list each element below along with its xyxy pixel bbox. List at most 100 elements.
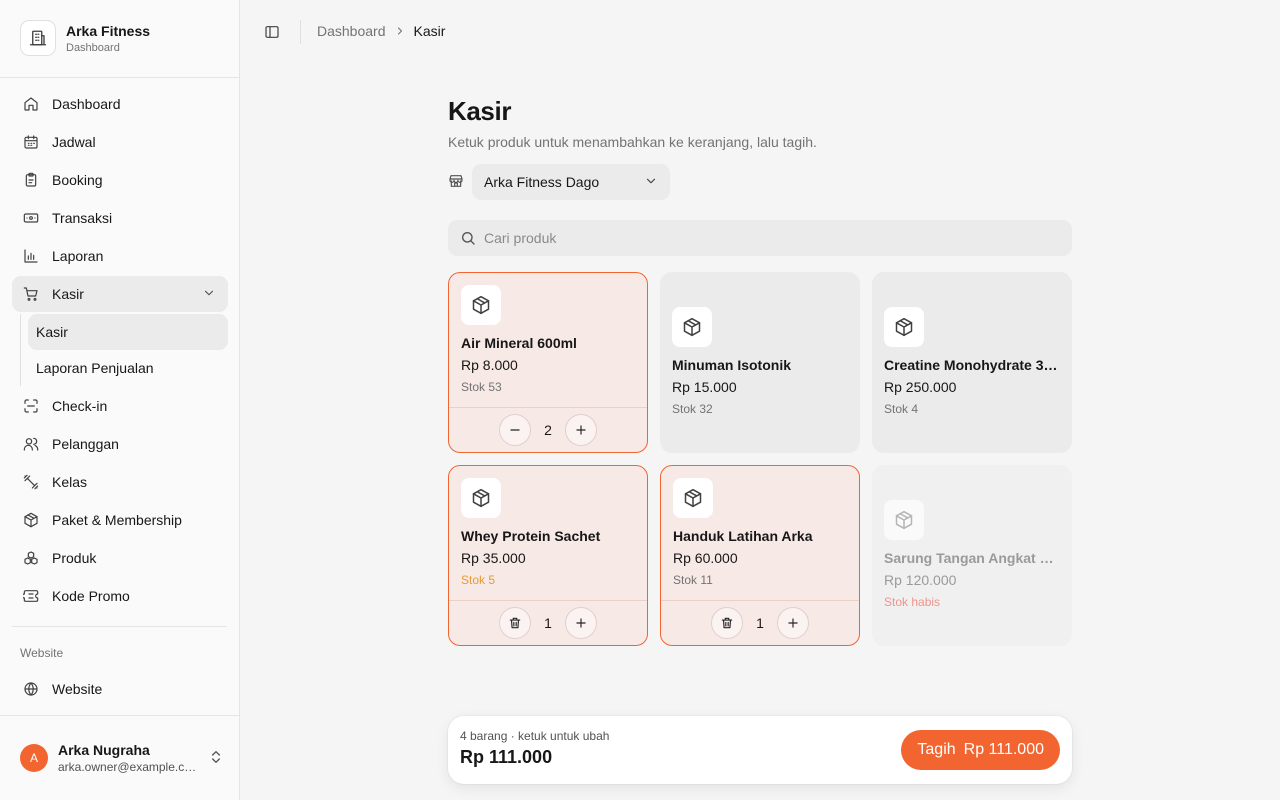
sidebar-item-check-in[interactable]: Check-in [12, 388, 228, 424]
user-email: arka.owner@example.com [58, 760, 198, 774]
sidebar-item-kode-promo[interactable]: Kode Promo [12, 578, 228, 614]
chevron-down-icon [202, 286, 216, 303]
user-name: Arka Nugraha [58, 742, 150, 758]
product-card[interactable]: Handuk Latihan Arka Rp 60.000 Stok 11 1 [660, 465, 860, 646]
product-stock: Stok 11 [673, 573, 713, 587]
increase-button[interactable] [777, 607, 809, 639]
product-stock: Stok 5 [461, 573, 496, 587]
ticket-icon [22, 587, 40, 605]
sidebar-item-booking[interactable]: Booking [12, 162, 228, 198]
sidebar-item-pelanggan[interactable]: Pelanggan [12, 426, 228, 462]
product-name: Whey Protein Sachet [461, 528, 601, 544]
product-card: Sarung Tangan Angkat Beban Rp 120.000 St… [872, 465, 1072, 646]
sidebar-divider [0, 715, 239, 716]
sidebar-subitem-kasir[interactable]: Kasir [28, 314, 228, 350]
card-divider [661, 600, 859, 601]
sidebar-divider [12, 626, 227, 627]
scan-icon [22, 397, 40, 415]
sidebar-item-label: Dashboard [52, 96, 121, 112]
remove-button[interactable] [499, 607, 531, 639]
trash-icon [721, 617, 733, 629]
sidebar-item-label: Jadwal [52, 134, 96, 150]
product-card[interactable]: Whey Protein Sachet Rp 35.000 Stok 5 1 [448, 465, 648, 646]
boxes-icon [22, 549, 40, 567]
sidebar-item-label: Laporan [52, 248, 104, 264]
sidebar-subitem-label: Laporan Penjualan [36, 360, 154, 376]
sidebar: Arka Fitness Dashboard Dashboard Jadwal … [0, 0, 240, 800]
charge-button-amount: Rp 111.000 [963, 741, 1044, 758]
home-icon [22, 95, 40, 113]
store-select-value: Arka Fitness Dago [484, 174, 600, 190]
building-icon [20, 20, 56, 56]
product-name: Sarung Tangan Angkat Beban [884, 550, 1060, 566]
quantity-stepper: 1 [661, 607, 859, 639]
sidebar-item-website[interactable]: Website [12, 671, 228, 707]
product-stock: Stok 53 [461, 380, 502, 394]
package-icon [461, 478, 501, 518]
product-card[interactable]: Minuman Isotonik Rp 15.000 Stok 32 [660, 272, 860, 453]
product-stock: Stok 4 [884, 402, 919, 416]
package-icon [22, 511, 40, 529]
sidebar-toggle-icon[interactable] [262, 22, 282, 42]
product-card[interactable]: Air Mineral 600ml Rp 8.000 Stok 53 2 [448, 272, 648, 453]
chevrons-up-down-icon [208, 749, 224, 770]
sidebar-item-paket-membership[interactable]: Paket & Membership [12, 502, 228, 538]
sidebar-item-kelas[interactable]: Kelas [12, 464, 228, 500]
charge-button[interactable]: Tagih Rp 111.000 [901, 730, 1060, 770]
product-name: Air Mineral 600ml [461, 335, 577, 351]
sidebar-item-label: Kelas [52, 474, 88, 490]
sidebar-divider [0, 77, 239, 78]
package-icon [884, 500, 924, 540]
cart-count: 4 barang · ketuk untuk ubah [460, 729, 610, 743]
cart-icon [22, 285, 40, 303]
sidebar-item-label: Booking [52, 172, 103, 188]
sidebar-item-kasir[interactable]: Kasir [12, 276, 228, 312]
package-icon [461, 285, 501, 325]
card-divider [449, 407, 647, 408]
sidebar-item-laporan[interactable]: Laporan [12, 238, 228, 274]
header-separator [300, 20, 301, 44]
page-subtitle: Ketuk produk untuk menambahkan ke keranj… [448, 134, 817, 150]
sidebar-item-label: Produk [52, 550, 97, 566]
search-input[interactable] [484, 230, 1044, 246]
sidebar-item-label: Paket & Membership [52, 512, 182, 528]
decrease-button[interactable] [499, 414, 531, 446]
sidebar-item-produk[interactable]: Produk [12, 540, 228, 576]
package-icon [673, 478, 713, 518]
sidebar-item-jadwal[interactable]: Jadwal [12, 124, 228, 160]
sidebar-item-dashboard[interactable]: Dashboard [12, 86, 228, 122]
breadcrumb-current: Kasir [413, 23, 446, 39]
brand[interactable]: Arka Fitness Dashboard [20, 20, 150, 56]
sidebar-subitem-laporan-penjualan[interactable]: Laporan Penjualan [28, 350, 228, 386]
clipboard-icon [22, 171, 40, 189]
user-menu[interactable]: A Arka Nugraha arka.owner@example.com [20, 740, 224, 776]
product-name: Handuk Latihan Arka [673, 528, 813, 544]
sidebar-item-transaksi[interactable]: Transaksi [12, 200, 228, 236]
sidebar-section-label: Website [20, 646, 64, 660]
card-divider [449, 600, 647, 601]
remove-button[interactable] [711, 607, 743, 639]
package-icon [672, 307, 712, 347]
trash-icon [509, 617, 521, 629]
product-card[interactable]: Creatine Monohydrate 300g Rp 250.000 Sto… [872, 272, 1072, 453]
store-select[interactable]: Arka Fitness Dago [472, 164, 670, 200]
chevron-down-icon [644, 174, 658, 191]
product-stock: Stok habis [884, 595, 941, 609]
brand-subtitle: Dashboard [66, 41, 120, 54]
breadcrumb-dashboard[interactable]: Dashboard [317, 23, 386, 39]
sidebar-subitem-label: Kasir [36, 324, 68, 340]
charge-button-label: Tagih [917, 741, 956, 758]
breadcrumb: Dashboard Kasir [317, 23, 445, 39]
increase-button[interactable] [565, 414, 597, 446]
sidebar-item-label: Website [52, 681, 103, 697]
search-icon [460, 230, 476, 246]
sidebar-item-label: Kode Promo [52, 588, 130, 604]
product-stock: Stok 32 [672, 402, 713, 416]
quantity-stepper: 1 [449, 607, 647, 639]
quantity-value: 1 [544, 615, 552, 631]
package-icon [884, 307, 924, 347]
product-price: Rp 35.000 [461, 550, 526, 566]
checkout-bar[interactable]: 4 barang · ketuk untuk ubah Rp 111.000 T… [448, 716, 1072, 784]
increase-button[interactable] [565, 607, 597, 639]
chevron-right-icon [394, 25, 406, 37]
